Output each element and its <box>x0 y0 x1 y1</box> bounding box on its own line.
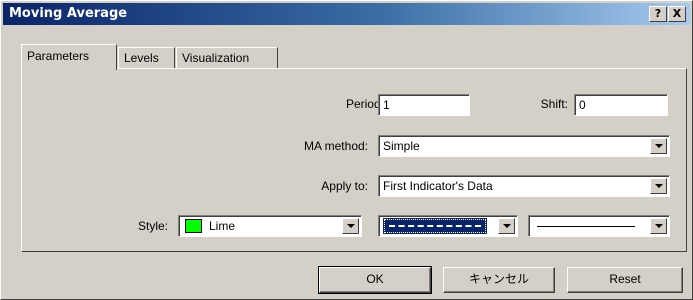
parameters-panel: Period: 1 Shift: 0 MA method: Simple App… <box>21 68 687 252</box>
tab-levels[interactable]: Levels <box>118 47 175 68</box>
chevron-down-icon[interactable] <box>650 178 667 194</box>
title-bar[interactable]: Moving Average ? X <box>3 3 690 25</box>
period-label: Period: <box>345 97 384 111</box>
ma-method-select[interactable]: Simple <box>378 135 670 157</box>
chevron-down-icon[interactable] <box>342 218 359 234</box>
apply-to-value: First Indicator's Data <box>383 179 493 193</box>
shift-input[interactable]: 0 <box>574 94 668 116</box>
ma-method-label: MA method: <box>303 139 368 153</box>
chevron-down-icon[interactable] <box>498 218 515 234</box>
chevron-down-icon[interactable] <box>650 218 667 234</box>
moving-average-dialog: Moving Average ? X Parameters Levels Vis… <box>0 0 693 300</box>
line-width-select[interactable] <box>528 215 670 237</box>
help-button[interactable]: ? <box>649 6 667 22</box>
reset-button[interactable]: Reset <box>567 267 683 293</box>
close-button[interactable]: X <box>668 6 686 22</box>
apply-to-select[interactable]: First Indicator's Data <box>378 175 670 197</box>
tab-visualization[interactable]: Visualization <box>176 47 278 68</box>
period-input[interactable]: 1 <box>378 94 470 116</box>
tab-parameters[interactable]: Parameters <box>21 44 117 70</box>
line-width-preview <box>537 226 635 227</box>
window-title: Moving Average <box>9 6 128 21</box>
apply-to-label: Apply to: <box>321 179 368 193</box>
cancel-button[interactable]: キャンセル <box>443 267 555 293</box>
ma-method-value: Simple <box>383 139 420 153</box>
style-label: Style: <box>137 219 168 233</box>
color-value: Lime <box>209 219 236 233</box>
line-style-select[interactable] <box>378 215 518 237</box>
ok-button[interactable]: OK <box>318 266 432 294</box>
line-style-dash-preview <box>383 218 487 234</box>
shift-label: Shift: <box>540 97 568 111</box>
chevron-down-icon[interactable] <box>650 138 667 154</box>
color-select[interactable]: Lime <box>178 215 362 237</box>
color-swatch <box>185 219 202 233</box>
